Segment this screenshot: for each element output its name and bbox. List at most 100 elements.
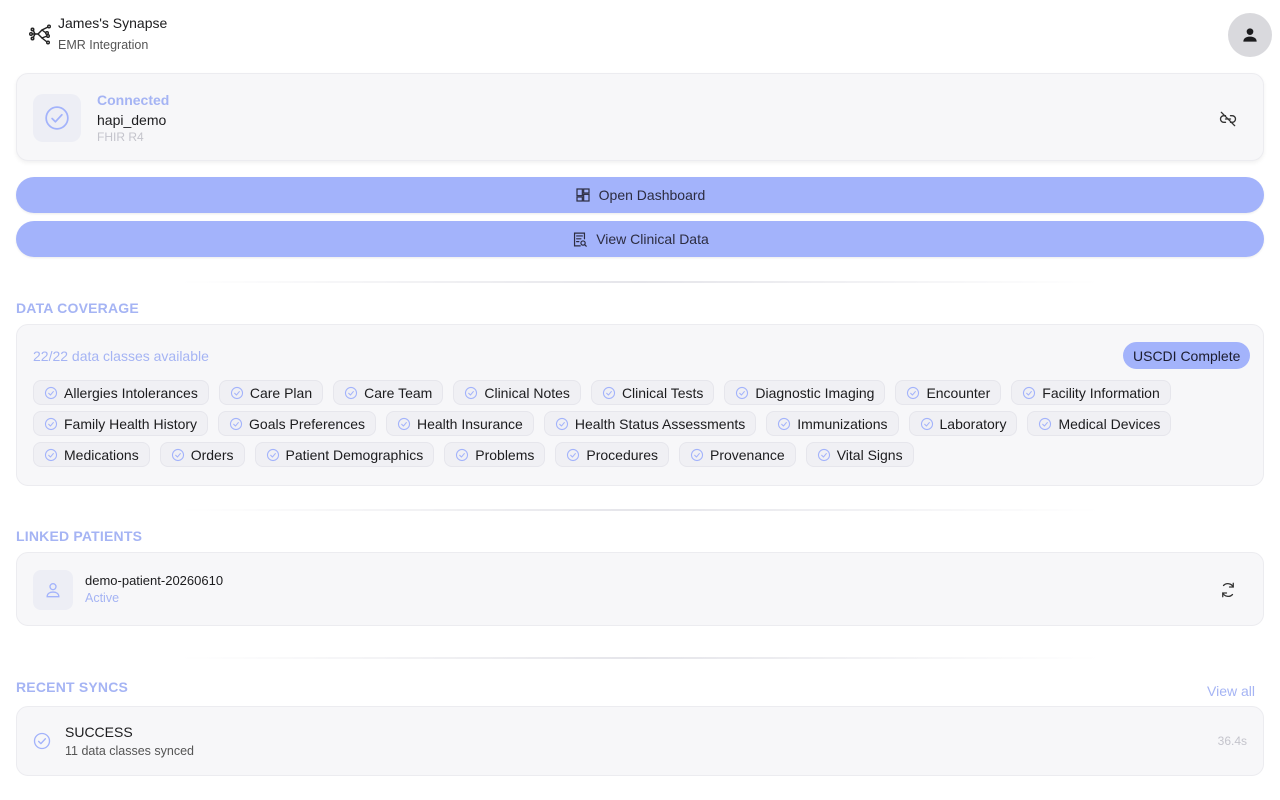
check-circle-icon xyxy=(567,448,580,461)
connection-status-icon-box xyxy=(33,94,81,142)
sync-icon xyxy=(1222,582,1234,598)
check-circle-icon xyxy=(44,448,58,461)
data-class-chip: Family Health History xyxy=(33,411,209,436)
check-circle-icon xyxy=(907,386,920,399)
data-class-chip: Health Status Assessments xyxy=(543,411,757,436)
link-off-icon xyxy=(1219,111,1237,127)
data-class-chip: Problems xyxy=(444,442,546,467)
check-circle-icon xyxy=(555,417,568,430)
sync-status: SUCCESS xyxy=(65,724,133,740)
check-circle-icon xyxy=(920,417,933,430)
data-class-label: Procedures xyxy=(586,446,658,463)
connection-name: hapi_demo xyxy=(97,112,167,128)
sync-entry-card[interactable]: SUCCESS 11 data classes synced 36.4s xyxy=(16,706,1264,776)
data-class-label: Diagnostic Imaging xyxy=(755,384,875,401)
data-class-label: Patient Demographics xyxy=(285,446,424,463)
view-all-syncs-link[interactable]: View all xyxy=(1207,683,1255,699)
disconnect-button[interactable] xyxy=(1217,108,1239,130)
check-circle-icon xyxy=(1023,386,1036,399)
data-class-chip: Clinical Tests xyxy=(590,380,715,405)
linked-patient-card[interactable]: demo-patient-20260610 Active xyxy=(16,552,1264,626)
data-class-chip: Diagnostic Imaging xyxy=(724,380,886,405)
check-circle-icon xyxy=(230,386,243,399)
check-circle-icon xyxy=(266,448,279,461)
data-class-chip: Orders xyxy=(159,442,245,467)
check-circle-icon xyxy=(44,386,58,399)
account-button[interactable] xyxy=(1228,13,1272,57)
person-icon xyxy=(1243,28,1257,42)
patient-id: demo-patient-20260610 xyxy=(85,573,224,588)
data-class-label: Facility Information xyxy=(1042,384,1160,401)
uscdi-complete-badge: USCDI Complete xyxy=(1123,342,1251,369)
check-circle-icon xyxy=(602,386,616,399)
connection-status: Connected xyxy=(97,92,170,108)
data-class-label: Encounter xyxy=(926,384,991,401)
app-subtitle: EMR Integration xyxy=(58,38,149,52)
data-coverage-count: 22/22 data classes available xyxy=(33,348,209,364)
data-class-chip: Health Insurance xyxy=(385,411,534,436)
data-class-chip: Patient Demographics xyxy=(254,442,435,467)
data-class-chip: Medications xyxy=(33,442,150,467)
open-dashboard-button[interactable]: Open Dashboard xyxy=(16,177,1264,213)
data-class-label: Care Plan xyxy=(249,384,313,401)
dashboard-icon xyxy=(576,188,590,202)
data-class-label: Orders xyxy=(190,446,234,463)
check-circle-icon xyxy=(229,417,243,430)
data-class-label: Goals Preferences xyxy=(249,415,365,432)
data-class-label: Medical Devices xyxy=(1058,415,1161,432)
data-coverage-card: 22/22 data classes available USCDI Compl… xyxy=(16,324,1264,486)
data-class-chip: Encounter xyxy=(895,380,1002,405)
data-class-label: Clinical Tests xyxy=(621,384,704,401)
check-circle-icon xyxy=(456,448,469,461)
check-circle-icon xyxy=(171,448,184,461)
view-clinical-data-label: View Clinical Data xyxy=(596,231,709,247)
check-circle-icon xyxy=(44,417,58,430)
data-class-chip-list: Allergies Intolerances Care Plan Care Team… xyxy=(33,380,1233,467)
check-circle-icon xyxy=(817,448,830,461)
connection-protocol: FHIR R4 xyxy=(97,130,144,144)
synapse-logo-icon xyxy=(29,24,52,45)
check-circle-icon xyxy=(33,732,51,750)
data-class-label: Immunizations xyxy=(797,415,888,432)
data-class-chip: Medical Devices xyxy=(1027,411,1172,436)
data-class-label: Family Health History xyxy=(64,415,198,432)
data-class-label: Care Team xyxy=(364,384,433,401)
data-class-chip: Laboratory xyxy=(908,411,1018,436)
section-divider xyxy=(180,281,1100,283)
data-class-chip: Care Plan xyxy=(218,380,324,405)
data-class-chip: Immunizations xyxy=(766,411,899,436)
data-class-label: Laboratory xyxy=(939,415,1007,432)
sync-duration: 36.4s xyxy=(1217,734,1247,748)
data-class-label: Health Insurance xyxy=(416,415,523,432)
data-class-label: Medications xyxy=(64,446,139,463)
data-class-label: Health Status Assessments xyxy=(574,415,746,432)
data-class-label: Problems xyxy=(475,446,535,463)
check-circle-icon xyxy=(45,106,69,130)
data-class-chip: Facility Information xyxy=(1011,380,1171,405)
data-class-label: Vital Signs xyxy=(836,446,903,463)
resync-patient-button[interactable] xyxy=(1217,579,1239,601)
data-class-chip: Vital Signs xyxy=(805,442,914,467)
clinical-document-icon xyxy=(574,232,588,247)
section-divider xyxy=(180,657,1100,659)
check-circle-icon xyxy=(465,386,478,399)
app-title: James's Synapse xyxy=(58,15,168,31)
open-dashboard-label: Open Dashboard xyxy=(598,187,706,203)
data-class-label: Provenance xyxy=(709,446,785,463)
patient-avatar xyxy=(33,570,73,610)
check-circle-icon xyxy=(1039,417,1052,430)
check-circle-icon xyxy=(397,417,411,430)
sync-description: 11 data classes synced xyxy=(65,744,195,758)
data-class-chip: Provenance xyxy=(678,442,796,467)
app-header: James's Synapse EMR Integration xyxy=(0,0,1280,70)
data-class-chip: Allergies Intolerances xyxy=(33,380,209,405)
section-divider xyxy=(180,509,1100,511)
data-class-label: Clinical Notes xyxy=(484,384,570,401)
recent-syncs-title: RECENT SYNCS xyxy=(16,679,129,695)
data-class-label: Allergies Intolerances xyxy=(64,384,198,401)
view-clinical-data-button[interactable]: View Clinical Data xyxy=(16,221,1264,257)
person-outline-icon xyxy=(46,583,60,598)
check-circle-icon xyxy=(690,448,704,461)
data-class-chip: Procedures xyxy=(555,442,669,467)
connection-card: Connected hapi_demo FHIR R4 xyxy=(16,73,1264,161)
